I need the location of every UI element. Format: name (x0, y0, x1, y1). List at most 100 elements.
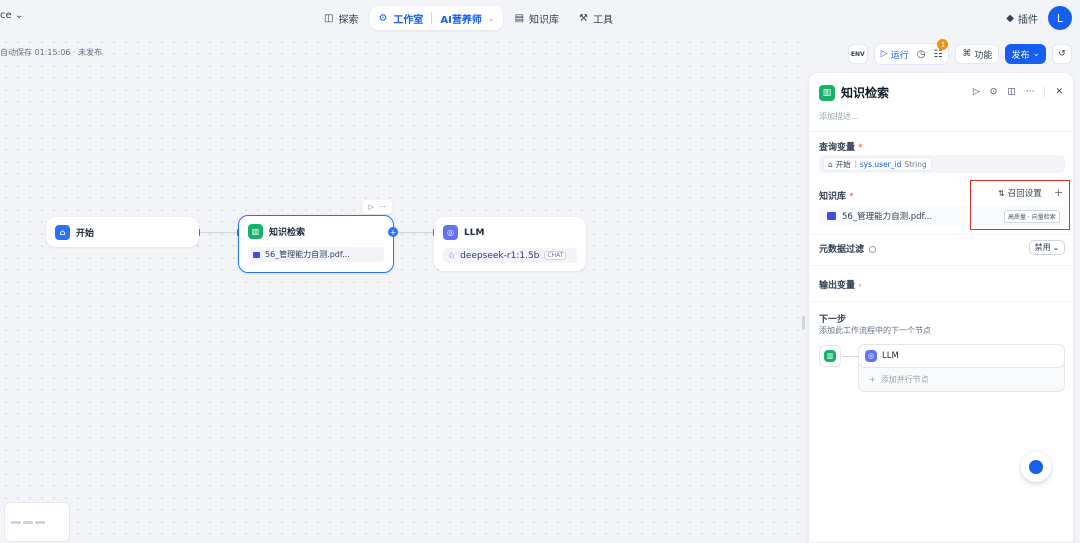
chevron-right-icon: › (858, 281, 862, 291)
compass-icon: ◫ (324, 12, 334, 24)
knowledge-base-label-text: 知识库 (819, 192, 847, 202)
node-quick-actions: ▷ ··· (362, 200, 392, 214)
divider (1044, 86, 1046, 98)
run-group: ▷ 运行 ◷ ☷ 1 (873, 39, 950, 65)
history-icon[interactable]: ◷ (917, 49, 926, 60)
node-start[interactable]: ⌂ 开始 (46, 217, 199, 247)
play-icon[interactable]: ▷ (973, 87, 980, 97)
divider (809, 131, 1073, 132)
node-knowledge-retrieval[interactable]: ▥ 知识检索 56_管理能力自测.pdf... (238, 215, 394, 273)
book-open-icon[interactable]: ◫ (1007, 87, 1016, 97)
main-nav: ◫ 探索 ⚙ 工作室 AI营养师 ⌄ ▤ 知识库 ⚒ 工具 (316, 6, 621, 30)
avatar[interactable]: L (1048, 6, 1072, 30)
hammer-icon: ⚒ (579, 12, 589, 24)
autosave-status: 自动保存 01:15:06 · 未发布 (0, 48, 103, 57)
node-llm-model: ♘ deepseek-r1:1.5b CHAT (443, 248, 577, 263)
divider (809, 301, 1073, 302)
book-icon: ▥ (819, 84, 835, 101)
nav-tools[interactable]: ⚒ 工具 (571, 7, 621, 29)
node-knowledge-header: ▥ 知识检索 (239, 216, 393, 247)
env-button[interactable]: ENV (847, 44, 868, 64)
metadata-filter-label-text: 元数据过滤 (819, 245, 865, 255)
more-icon[interactable]: ··· (379, 203, 386, 211)
features-icon: ⌘ (962, 49, 972, 59)
node-llm-model-tag: CHAT (544, 251, 567, 260)
node-start-header: ⌂ 开始 (46, 217, 199, 248)
close-icon[interactable]: ✕ (1055, 87, 1063, 97)
query-variable-label-text: 查询变量 (819, 143, 856, 153)
minimap-node (11, 521, 21, 524)
plugins-label: 插件 (1018, 14, 1038, 26)
plugins-button[interactable]: ◆ 插件 (1006, 11, 1038, 26)
plus-icon: + (869, 375, 876, 384)
panel-title[interactable]: 知识检索 (841, 84, 889, 101)
publish-button[interactable]: 发布 ⌄ (1005, 44, 1046, 64)
query-variable-label: 查询变量 * (819, 140, 863, 153)
knowledge-base-file-name: 56_管理能力自测.pdf... (842, 212, 933, 222)
chevron-down-icon: ⌄ (1052, 243, 1060, 252)
nav-knowledge[interactable]: ▤ 知识库 (507, 7, 567, 29)
next-step-list: ◎ LLM + 添加并行节点 (858, 344, 1065, 392)
play-icon[interactable]: ▷ (368, 203, 373, 211)
top-right-actions: ◆ 插件 L (1006, 6, 1072, 30)
run-label: 运行 (890, 50, 909, 61)
nav-tools-label: 工具 (593, 14, 614, 26)
publish-label: 发布 (1011, 50, 1030, 61)
features-label: 功能 (974, 50, 993, 61)
add-parallel-label: 添加并行节点 (880, 375, 929, 384)
restore-button[interactable]: ↺ (1052, 44, 1072, 64)
nav-studio[interactable]: ⚙ 工作室 AI营养师 ⌄ (370, 6, 503, 30)
checklist-badge: 1 (937, 39, 949, 50)
play-icon: ▷ (880, 49, 888, 59)
current-app-name[interactable]: AI营养师 (440, 11, 481, 26)
node-knowledge-title: 知识检索 (269, 228, 306, 238)
next-step-connector (842, 356, 858, 357)
home-icon: ⌂ (55, 225, 70, 240)
description-input[interactable]: 添加描述... (819, 111, 859, 122)
chevron-down-icon: ⌄ (1032, 49, 1040, 59)
node-knowledge-file: 56_管理能力自测.pdf... (248, 247, 384, 262)
workspace-switcher[interactable]: ce ⌄ (0, 10, 23, 21)
metadata-filter-select[interactable]: 禁用 ⌄ (1029, 240, 1065, 255)
nav-explore-label: 探索 (338, 14, 359, 26)
chat-support-button[interactable] (1021, 452, 1051, 482)
more-icon[interactable]: ··· (1026, 87, 1035, 97)
checklist-icon[interactable]: ☷ (933, 49, 942, 60)
nav-explore[interactable]: ◫ 探索 (316, 7, 366, 29)
next-step-label: 下一步 (819, 315, 847, 325)
required-mark: * (849, 192, 854, 202)
current-node-indicator: ▥ (819, 345, 841, 367)
workflow-canvas[interactable] (0, 36, 808, 543)
metadata-filter-label: 元数据过滤 (819, 242, 877, 255)
output-variables-label-text: 输出变量 (819, 281, 856, 291)
next-step-description: 添加此工作流程中的下一个节点 (819, 326, 931, 335)
book-icon: ▤ (514, 12, 525, 24)
var-source: 开始 (835, 159, 851, 169)
model-icon: ♘ (448, 251, 456, 260)
node-start-title: 开始 (76, 229, 95, 239)
query-variable-selector[interactable]: ⌂ 开始 sys.user_id String (819, 155, 1065, 173)
output-variables-label[interactable]: 输出变量 › (819, 278, 862, 291)
cube-icon: ◆ (1006, 12, 1014, 24)
minimap[interactable] (4, 502, 70, 542)
minimap-node (35, 521, 45, 524)
edge-start-knowledge (200, 232, 238, 233)
divider (431, 12, 433, 24)
help-icon[interactable]: ⊙ (990, 87, 998, 97)
add-next-node-plus-icon[interactable]: + (388, 227, 398, 237)
minimap-node (23, 521, 33, 524)
run-button[interactable]: ▷ 运行 (881, 48, 909, 61)
panel-header: ▥ 知识检索 (819, 84, 889, 101)
next-step-llm[interactable]: ◎ LLM (858, 344, 1065, 368)
var-type: String (904, 159, 927, 169)
node-llm[interactable]: ◎ LLM ♘ deepseek-r1:1.5b CHAT (434, 217, 586, 271)
add-parallel-node-button[interactable]: + 添加并行节点 (869, 374, 929, 385)
brain-icon: ◎ (865, 350, 877, 362)
info-icon[interactable] (869, 246, 877, 253)
top-bar: ce ⌄ ◫ 探索 ⚙ 工作室 AI营养师 ⌄ ▤ 知识库 ⚒ 工具 ◆ 插件 … (0, 0, 1080, 36)
query-variable-chip[interactable]: ⌂ 开始 sys.user_id String (823, 157, 932, 171)
features-button[interactable]: ⌘ 功能 (955, 44, 1000, 64)
brain-icon: ◎ (443, 225, 458, 240)
metadata-filter-value: 禁用 (1034, 243, 1051, 252)
panel-resize-handle[interactable] (802, 316, 805, 330)
